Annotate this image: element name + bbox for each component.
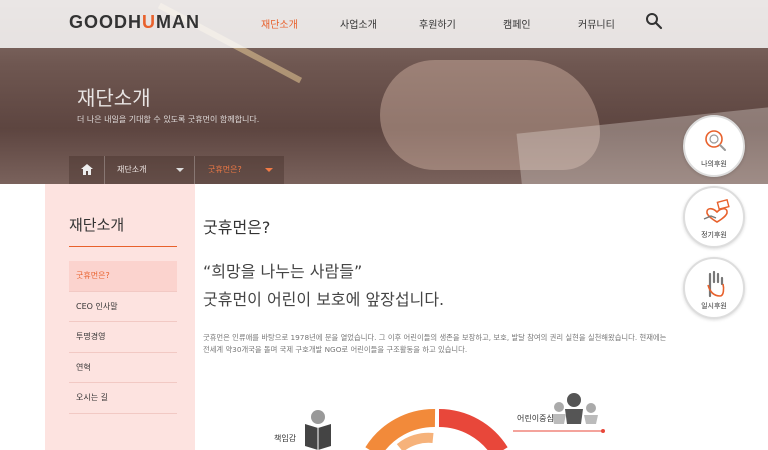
nav-item-donate[interactable]: 후원하기 (419, 16, 456, 31)
my-donation-label: 나의후원 (701, 160, 727, 168)
site-header: GOODHUMAN 재단소개 사업소개 후원하기 캠페인 커뮤니티 (0, 0, 768, 48)
breadcrumb-current[interactable]: 굿휴먼은? (195, 156, 284, 184)
side-menu-item-history[interactable]: 연혁 (69, 353, 177, 383)
breadcrumb-home[interactable] (69, 156, 105, 184)
raised-hand-icon (707, 270, 725, 298)
home-icon (81, 164, 93, 175)
side-menu-list: 굿휴먼은? CEO 인사말 투명경영 연혁 오시는 길 (69, 261, 177, 414)
nav-item-community[interactable]: 커뮤니티 (578, 16, 615, 31)
hand-heart-icon (703, 199, 730, 223)
temporary-donation-button[interactable]: 일시후원 (683, 257, 745, 319)
value-label-responsibility: 책임감 (274, 434, 297, 443)
breadcrumb-section[interactable]: 재단소개 (105, 156, 195, 184)
regular-donation-button[interactable]: 정기후원 (683, 186, 745, 248)
side-menu-item-about[interactable]: 굿휴먼은? (69, 261, 177, 292)
page-title: 굿휴먼은? (203, 218, 271, 237)
side-menu-item-transparency[interactable]: 투명경영 (69, 322, 177, 353)
donut-inner-left (396, 432, 434, 450)
my-donation-button[interactable]: 나의후원 (683, 115, 745, 177)
donut-segment-right (438, 409, 508, 450)
chevron-down-icon (265, 168, 273, 172)
intro-description: 굿휴먼은 인류애를 바탕으로 1978년에 문을 열었습니다. 그 이후 어린이… (203, 333, 667, 354)
reading-person-icon (305, 410, 331, 450)
values-infographic: 책임감 어린이중심 (195, 380, 675, 450)
breadcrumb-current-label: 굿휴먼은? (208, 165, 242, 174)
temporary-donation-label: 일시후원 (701, 302, 727, 310)
breadcrumb-section-label: 재단소개 (117, 165, 147, 174)
magnifier-coin-icon (705, 130, 726, 151)
slogan-quote: “희망을 나누는 사람들” (203, 262, 363, 281)
side-menu-item-ceo[interactable]: CEO 인사말 (69, 292, 177, 322)
breadcrumb: 재단소개 굿휴먼은? (69, 156, 284, 184)
value-label-child-centered: 어린이중심 (517, 414, 554, 423)
values-donut-graphic (305, 393, 605, 450)
chevron-down-icon (176, 168, 184, 172)
nav-item-foundation[interactable]: 재단소개 (261, 16, 298, 31)
slogan-subline: 굿휴먼이 어린이 보호에 앞장섭니다. (203, 290, 445, 309)
children-group-icon (552, 393, 598, 424)
side-menu: 재단소개 굿휴먼은? CEO 인사말 투명경영 연혁 오시는 길 (45, 184, 195, 450)
nav-item-campaign[interactable]: 캠페인 (503, 16, 531, 31)
side-menu-item-location[interactable]: 오시는 길 (69, 383, 177, 414)
side-menu-divider (69, 246, 177, 247)
nav-item-business[interactable]: 사업소개 (340, 16, 377, 31)
hero-title: 재단소개 (77, 86, 151, 110)
search-icon[interactable] (645, 12, 663, 30)
side-menu-title: 재단소개 (69, 216, 125, 234)
hero-subtitle: 더 나은 내일을 기대할 수 있도록 굿휴먼이 함께합니다. (77, 115, 260, 124)
regular-donation-label: 정기후원 (701, 231, 727, 239)
